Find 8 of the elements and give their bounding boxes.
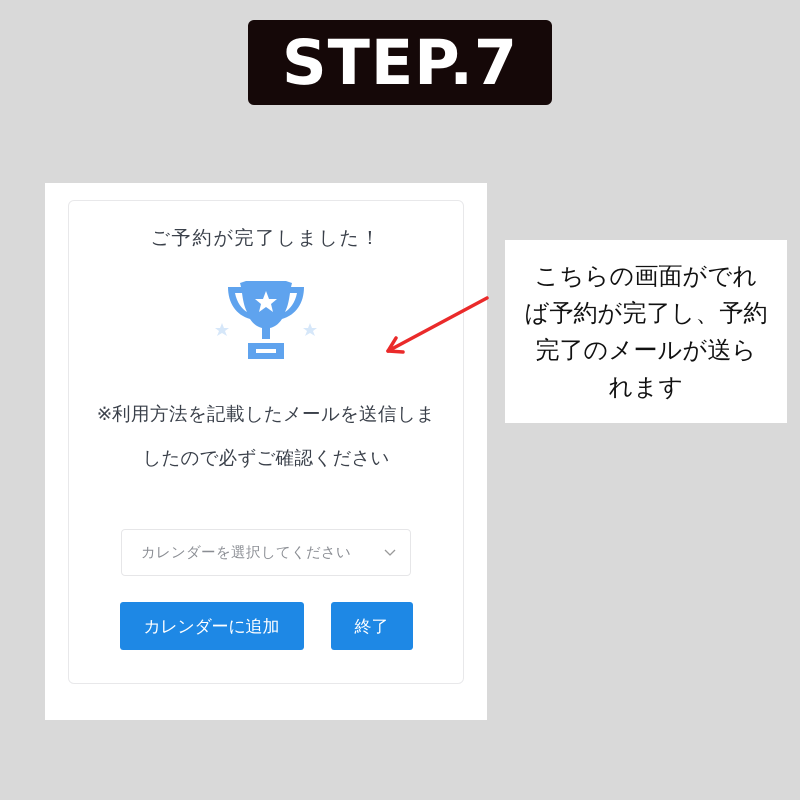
action-button[interactable]: カレンダーに追加	[120, 602, 304, 650]
completion-title: ご予約が完了しました！	[150, 226, 382, 251]
notice-text: ※利用方法を記載したメールを送信しましたので必ずご確認ください	[96, 403, 436, 471]
chevron-down-icon	[384, 548, 396, 556]
callout-text: こちらの画面がでれば予約が完了し、予約完了のメールが送られます	[524, 260, 768, 402]
action-button[interactable]: 終了	[330, 602, 412, 650]
step-title: STEP.7	[248, 20, 552, 105]
calendar-select[interactable]: カレンダーを選択してください	[121, 529, 411, 576]
